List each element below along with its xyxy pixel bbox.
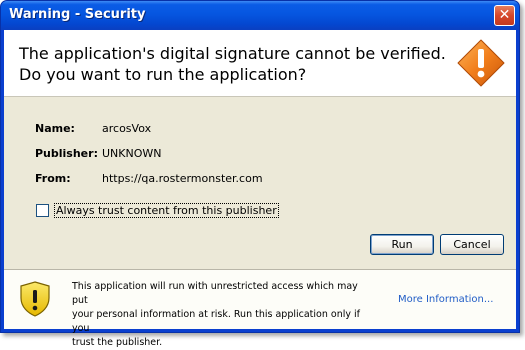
close-button[interactable]: ✕ [494,5,515,26]
title-bar[interactable]: Warning - Security ✕ [1,1,519,30]
warning-shield-icon [20,281,50,317]
risk-message: This application will run with unrestric… [72,280,372,350]
footer-panel: This application will run with unrestric… [4,270,516,348]
always-trust-checkbox[interactable] [36,204,49,217]
headline-line-2: Do you want to run the application? [19,65,307,84]
publisher-label: Publisher: [35,147,98,160]
run-button[interactable]: Run [370,234,434,255]
name-label: Name: [35,122,75,135]
more-information-link[interactable]: More Information... [398,294,493,305]
risk-message-line-2: your personal information at risk. Run t… [72,309,360,334]
risk-message-line-3: trust the publisher. [72,337,163,348]
headline: The application's digital signature cann… [19,43,446,85]
headline-line-1: The application's digital signature cann… [19,44,446,63]
warning-diamond-icon [457,39,505,87]
publisher-value: UNKNOWN [102,147,162,160]
from-label: From: [35,172,71,185]
security-warning-dialog: Warning - Security ✕ The application's d… [0,0,520,348]
dialog-body: The application's digital signature cann… [4,30,516,348]
name-value: arcosVox [102,122,152,135]
from-value: https://qa.rostermonster.com [102,172,263,185]
window-title: Warning - Security [9,7,146,22]
always-trust-label[interactable]: Always trust content from this publisher [54,203,279,218]
cancel-button[interactable]: Cancel [440,234,504,255]
risk-message-line-1: This application will run with unrestric… [72,281,358,306]
header-panel: The application's digital signature cann… [4,30,516,97]
